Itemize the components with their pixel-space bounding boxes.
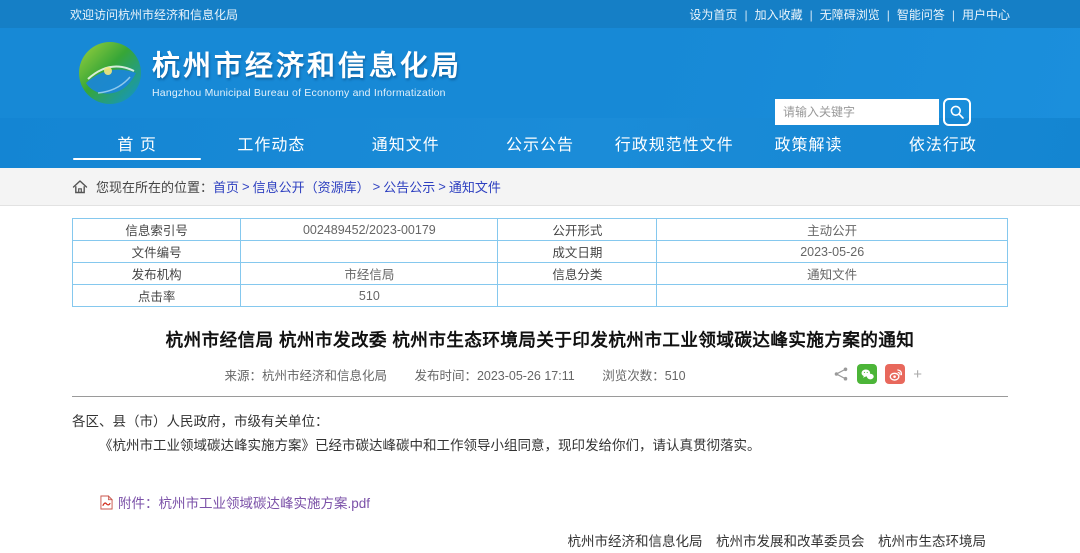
info-label: 文件编号: [73, 241, 241, 263]
info-value-empty: [657, 285, 1008, 307]
home-icon[interactable]: [72, 179, 88, 195]
nav-item-policy-interpretation[interactable]: 政策解读: [741, 118, 875, 168]
table-row: 文件编号 成文日期 2023-05-26: [73, 241, 1008, 263]
share-nodes-icon[interactable]: [833, 366, 849, 382]
content-divider: [72, 396, 1008, 397]
table-row: 发布机构 市经信局 信息分类 通知文件: [73, 263, 1008, 285]
attachment-link[interactable]: 附件：杭州市工业领域碳达峰实施方案.pdf: [118, 492, 370, 512]
document-info-table: 信息索引号 002489452/2023-00179 公开形式 主动公开 文件编…: [72, 218, 1008, 307]
site-title-english: Hangzhou Municipal Bureau of Economy and…: [152, 87, 462, 99]
nav-item-administrative-normative-docs[interactable]: 行政规范性文件: [607, 118, 741, 168]
share-weibo-icon[interactable]: [885, 364, 905, 384]
top-utility-bar: 欢迎访问杭州市经济和信息化局 设为首页 | 加入收藏 | 无障碍浏览 | 智能问答 | 用户中心: [0, 0, 1080, 28]
main-content: 信息索引号 002489452/2023-00179 公开形式 主动公开 文件编…: [0, 206, 1080, 553]
article-view-count: 浏览次数：510: [602, 369, 685, 383]
article-publish-time: 发布时间：2023-05-26 17:11: [414, 369, 574, 383]
link-accessibility[interactable]: 无障碍浏览: [820, 8, 880, 22]
issuing-agencies-signature: 杭州市经济和信息化局 杭州市发展和改革委员会 杭州市生态环境局: [72, 530, 1008, 550]
info-label: 点击率: [73, 285, 241, 307]
share-toolbar: +: [833, 364, 922, 384]
share-wechat-icon[interactable]: [857, 364, 877, 384]
link-separator: |: [952, 8, 955, 22]
link-separator: |: [744, 8, 747, 22]
breadcrumb: 您现在所在的位置： 首页> 信息公开（资源库）> 公告公示> 通知文件: [0, 168, 1080, 206]
info-value-disclosure-form: 主动公开: [657, 219, 1008, 241]
breadcrumb-prefix: 您现在所在的位置：: [96, 177, 213, 196]
link-add-favorite[interactable]: 加入收藏: [755, 8, 803, 22]
nav-item-notice-documents[interactable]: 通知文件: [339, 118, 473, 168]
site-title-block: 杭州市经济和信息化局 Hangzhou Municipal Bureau of …: [152, 44, 462, 99]
info-label: 发布机构: [73, 263, 241, 285]
nav-item-work-updates[interactable]: 工作动态: [204, 118, 338, 168]
info-label: 信息索引号: [73, 219, 241, 241]
info-value-category: 通知文件: [657, 263, 1008, 285]
body-paragraph-main: 《杭州市工业领域碳达峰实施方案》已经市碳达峰碳中和工作领导小组同意，现印发给你们…: [72, 434, 1008, 458]
site-logo-icon: [78, 41, 142, 105]
article-title: 杭州市经信局 杭州市发改委 杭州市生态环境局关于印发杭州市工业领域碳达峰实施方案…: [72, 327, 1008, 352]
main-nav: 首 页 工作动态 通知文件 公示公告 行政规范性文件 政策解读 依法行政: [0, 118, 1080, 168]
table-row: 点击率 510: [73, 285, 1008, 307]
table-row: 信息索引号 002489452/2023-00179 公开形式 主动公开: [73, 219, 1008, 241]
site-header: 杭州市经济和信息化局 Hangzhou Municipal Bureau of …: [0, 28, 1080, 118]
breadcrumb-link-notice-documents[interactable]: 通知文件: [449, 177, 501, 196]
utility-links: 设为首页 | 加入收藏 | 无障碍浏览 | 智能问答 | 用户中心: [689, 6, 1010, 23]
active-tab-underline: [73, 158, 201, 160]
body-paragraph-salutation: 各区、县（市）人民政府，市级有关单位：: [72, 410, 1008, 434]
breadcrumb-link-home[interactable]: 首页: [213, 177, 239, 196]
breadcrumb-separator: >: [242, 179, 250, 194]
article-body: 各区、县（市）人民政府，市级有关单位： 《杭州市工业领域碳达峰实施方案》已经市碳…: [72, 410, 1008, 458]
nav-item-home[interactable]: 首 页: [70, 118, 204, 168]
info-label: 成文日期: [498, 241, 657, 263]
breadcrumb-link-announcements[interactable]: 公告公示: [383, 177, 435, 196]
info-value-click-count: 510: [241, 285, 498, 307]
link-user-center[interactable]: 用户中心: [962, 8, 1010, 22]
link-set-homepage[interactable]: 设为首页: [689, 8, 737, 22]
breadcrumb-link-info-disclosure[interactable]: 信息公开（资源库）: [253, 177, 370, 196]
nav-item-public-announcements[interactable]: 公示公告: [473, 118, 607, 168]
article-source: 来源：杭州市经济和信息化局: [224, 369, 387, 383]
info-label: 信息分类: [498, 263, 657, 285]
nav-item-law-based-administration[interactable]: 依法行政: [876, 118, 1010, 168]
attachment-row: 附件：杭州市工业领域碳达峰实施方案.pdf: [100, 492, 1008, 512]
breadcrumb-separator: >: [373, 179, 381, 194]
link-separator: |: [887, 8, 890, 22]
site-title: 杭州市经济和信息化局: [152, 44, 462, 84]
info-value-issue-date: 2023-05-26: [657, 241, 1008, 263]
share-more-button[interactable]: +: [913, 366, 922, 383]
info-value-document-number: [241, 241, 498, 263]
info-label: 公开形式: [498, 219, 657, 241]
welcome-text: 欢迎访问杭州市经济和信息化局: [70, 6, 238, 23]
info-label: [498, 285, 657, 307]
article-meta: 来源：杭州市经济和信息化局 发布时间：2023-05-26 17:11 浏览次数…: [72, 365, 1008, 387]
info-value-index-number: 002489452/2023-00179: [241, 219, 498, 241]
link-separator: |: [810, 8, 813, 22]
breadcrumb-separator: >: [438, 179, 446, 194]
pdf-icon: [100, 495, 113, 510]
link-smart-qa[interactable]: 智能问答: [897, 8, 945, 22]
info-value-issuing-agency: 市经信局: [241, 263, 498, 285]
